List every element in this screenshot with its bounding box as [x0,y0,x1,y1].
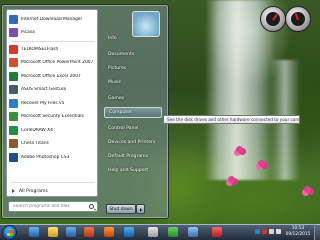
program-item[interactable]: ASUS Smart Gesture [9,84,97,96]
start-menu: All Programs Internet Download Manager Pi… [1,4,169,219]
excel-icon [9,71,18,81]
divider [11,182,95,183]
program-label: TELKOMSELFlash [21,46,59,52]
program-label: Picasa [21,30,35,35]
arrow-right-icon [12,189,15,193]
program-label: Recover My Files v5 [21,100,65,106]
menu-item-pictures[interactable]: Pictures [104,63,162,74]
powerpoint-icon [9,58,18,67]
program-item[interactable]: Microsoft Security Essentials [9,111,97,123]
app-taskbar-icon[interactable] [148,227,158,237]
taskbar-app-icon[interactable] [212,227,222,237]
coreldraw-icon [9,125,18,135]
telkomsel-flash-icon [9,44,18,54]
program-label: ASUS Smart Gesture [21,87,67,92]
program-label: Microsoft Office Excel 2007 [21,73,81,79]
clock-date: 09/12/2015 [285,232,311,237]
program-item[interactable]: Microsoft Office Excel 2007 [9,70,97,82]
show-desktop-button[interactable] [314,224,320,240]
idm-icon [9,14,18,24]
program-label: Internet Download Manager [21,16,83,22]
recover-files-icon [9,98,18,108]
memory-meter-gadget[interactable] [285,6,311,32]
computer-tooltip: See the disk drives and other hardware c… [163,115,300,124]
program-item[interactable]: Chess Titans [9,138,97,150]
program-item[interactable]: CorelDRAW X4 [9,124,97,136]
cpu-meter-gadget[interactable] [260,6,286,32]
chrome-icon[interactable] [168,227,178,237]
program-label: Chess Titans [21,141,49,146]
folder-icon[interactable] [48,227,58,237]
tray-icon[interactable] [255,229,260,234]
divider [11,41,95,42]
photoshop-icon [9,152,18,162]
menu-item-info[interactable]: Info [104,33,162,44]
programs-pane: All Programs Internet Download Manager Pi… [6,9,98,197]
flower [236,146,243,153]
windows-logo-icon [7,230,13,236]
program-item[interactable]: Adobe Photoshop CS3 [9,151,97,163]
menu-item-music[interactable]: Music [104,77,162,88]
clock[interactable]: 10:53 09/12/2015 [283,225,313,239]
program-item[interactable]: TELKOMSELFlash [9,43,97,55]
menu-item-control-panel[interactable]: Control Panel [104,123,162,134]
media-icon[interactable] [84,227,94,237]
asus-gesture-icon [9,85,18,94]
menu-item-default-programs[interactable]: Default Programs [104,151,162,162]
search-box[interactable] [8,201,98,212]
network-icon[interactable] [269,229,274,234]
all-programs-label: All Programs [19,188,48,194]
menu-item-help-and-support[interactable]: Help and Support [104,165,162,176]
chess-icon [9,139,18,148]
tray-icon[interactable] [262,229,267,234]
program-item[interactable]: Picasa [9,27,97,39]
flower [228,176,235,183]
program-label: Microsoft Security Essentials [21,114,84,119]
idm-taskbar-icon[interactable] [124,227,134,237]
flower [304,186,311,193]
menu-item-computer[interactable]: Computer [104,107,162,118]
shutdown-options-button[interactable] [136,204,145,214]
menu-item-devices-and-printers[interactable]: Devices and Printers [104,137,162,148]
program-label: Microsoft Office PowerPoint 2007 [21,60,94,65]
start-button[interactable] [2,225,17,240]
volume-icon[interactable] [276,229,281,234]
all-programs-button[interactable]: All Programs [9,186,97,196]
program-item[interactable]: Internet Download Manager [9,13,97,25]
flower [258,160,265,167]
internet-explorer-icon[interactable] [29,227,39,237]
shutdown-button[interactable]: Shut down [106,204,136,214]
program-label: CorelDRAW X4 [21,127,53,133]
program-item[interactable]: Microsoft Office PowerPoint 2007 [9,57,97,69]
menu-item-documents[interactable]: Documents [104,49,162,60]
firefox-icon[interactable] [104,227,114,237]
program-item[interactable]: Recover My Files v5 [9,97,97,109]
picasa-icon [9,28,18,37]
menu-item-games[interactable]: Games [104,93,162,104]
search-icon[interactable] [89,204,94,209]
security-essentials-icon [9,112,18,121]
search-input[interactable] [13,204,89,209]
program-label: Adobe Photoshop CS3 [21,154,70,160]
program-taskbar-icon[interactable] [188,227,198,237]
media-player-icon[interactable] [66,227,76,237]
